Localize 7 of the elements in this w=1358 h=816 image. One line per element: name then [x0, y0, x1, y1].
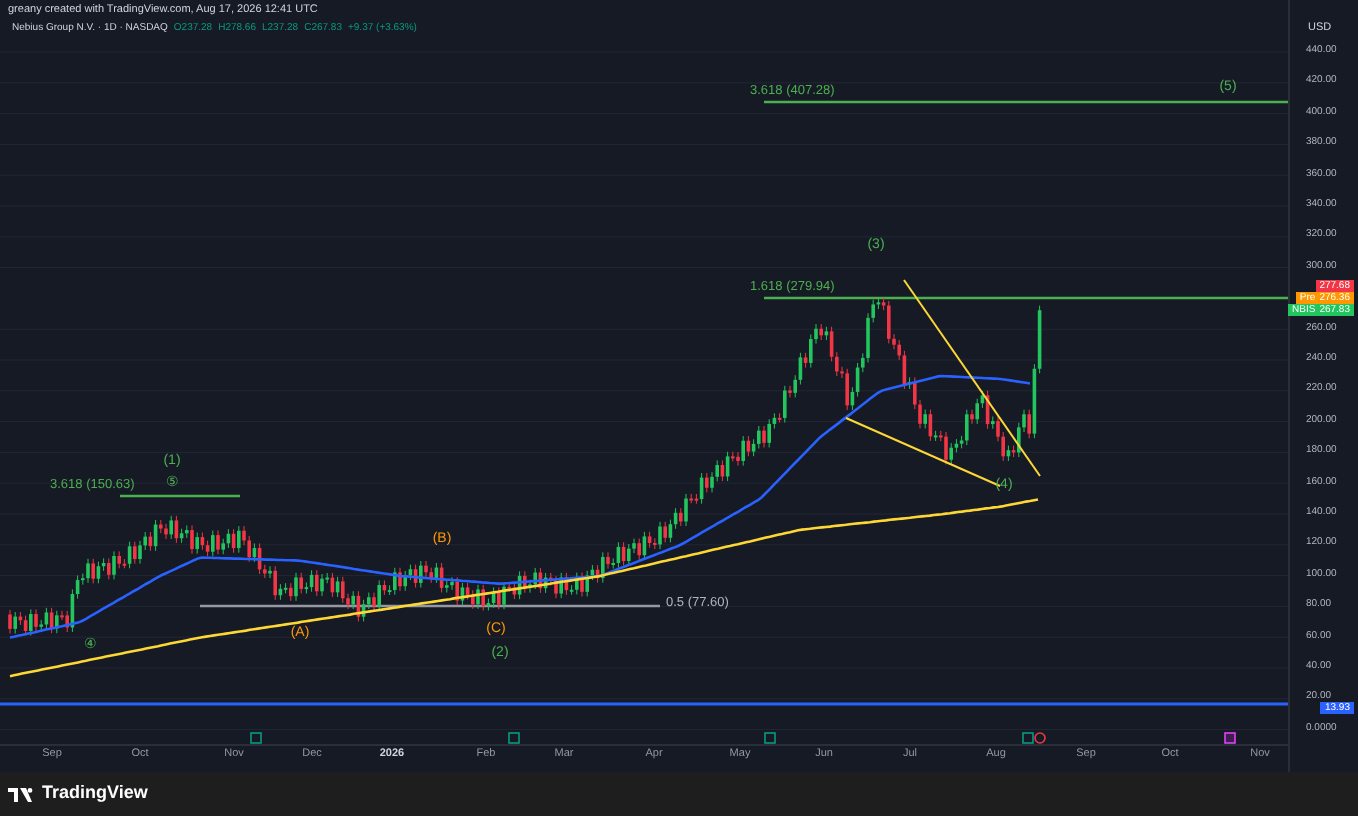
event-marker-icon: [508, 732, 520, 744]
event-marker-icon: [1224, 732, 1236, 744]
logo-text: TradingView: [42, 780, 148, 807]
event-marker-icon: [764, 732, 776, 744]
logo-icon: [8, 787, 36, 801]
target-level-line: [120, 494, 240, 498]
event-marker-icon: [250, 732, 262, 744]
